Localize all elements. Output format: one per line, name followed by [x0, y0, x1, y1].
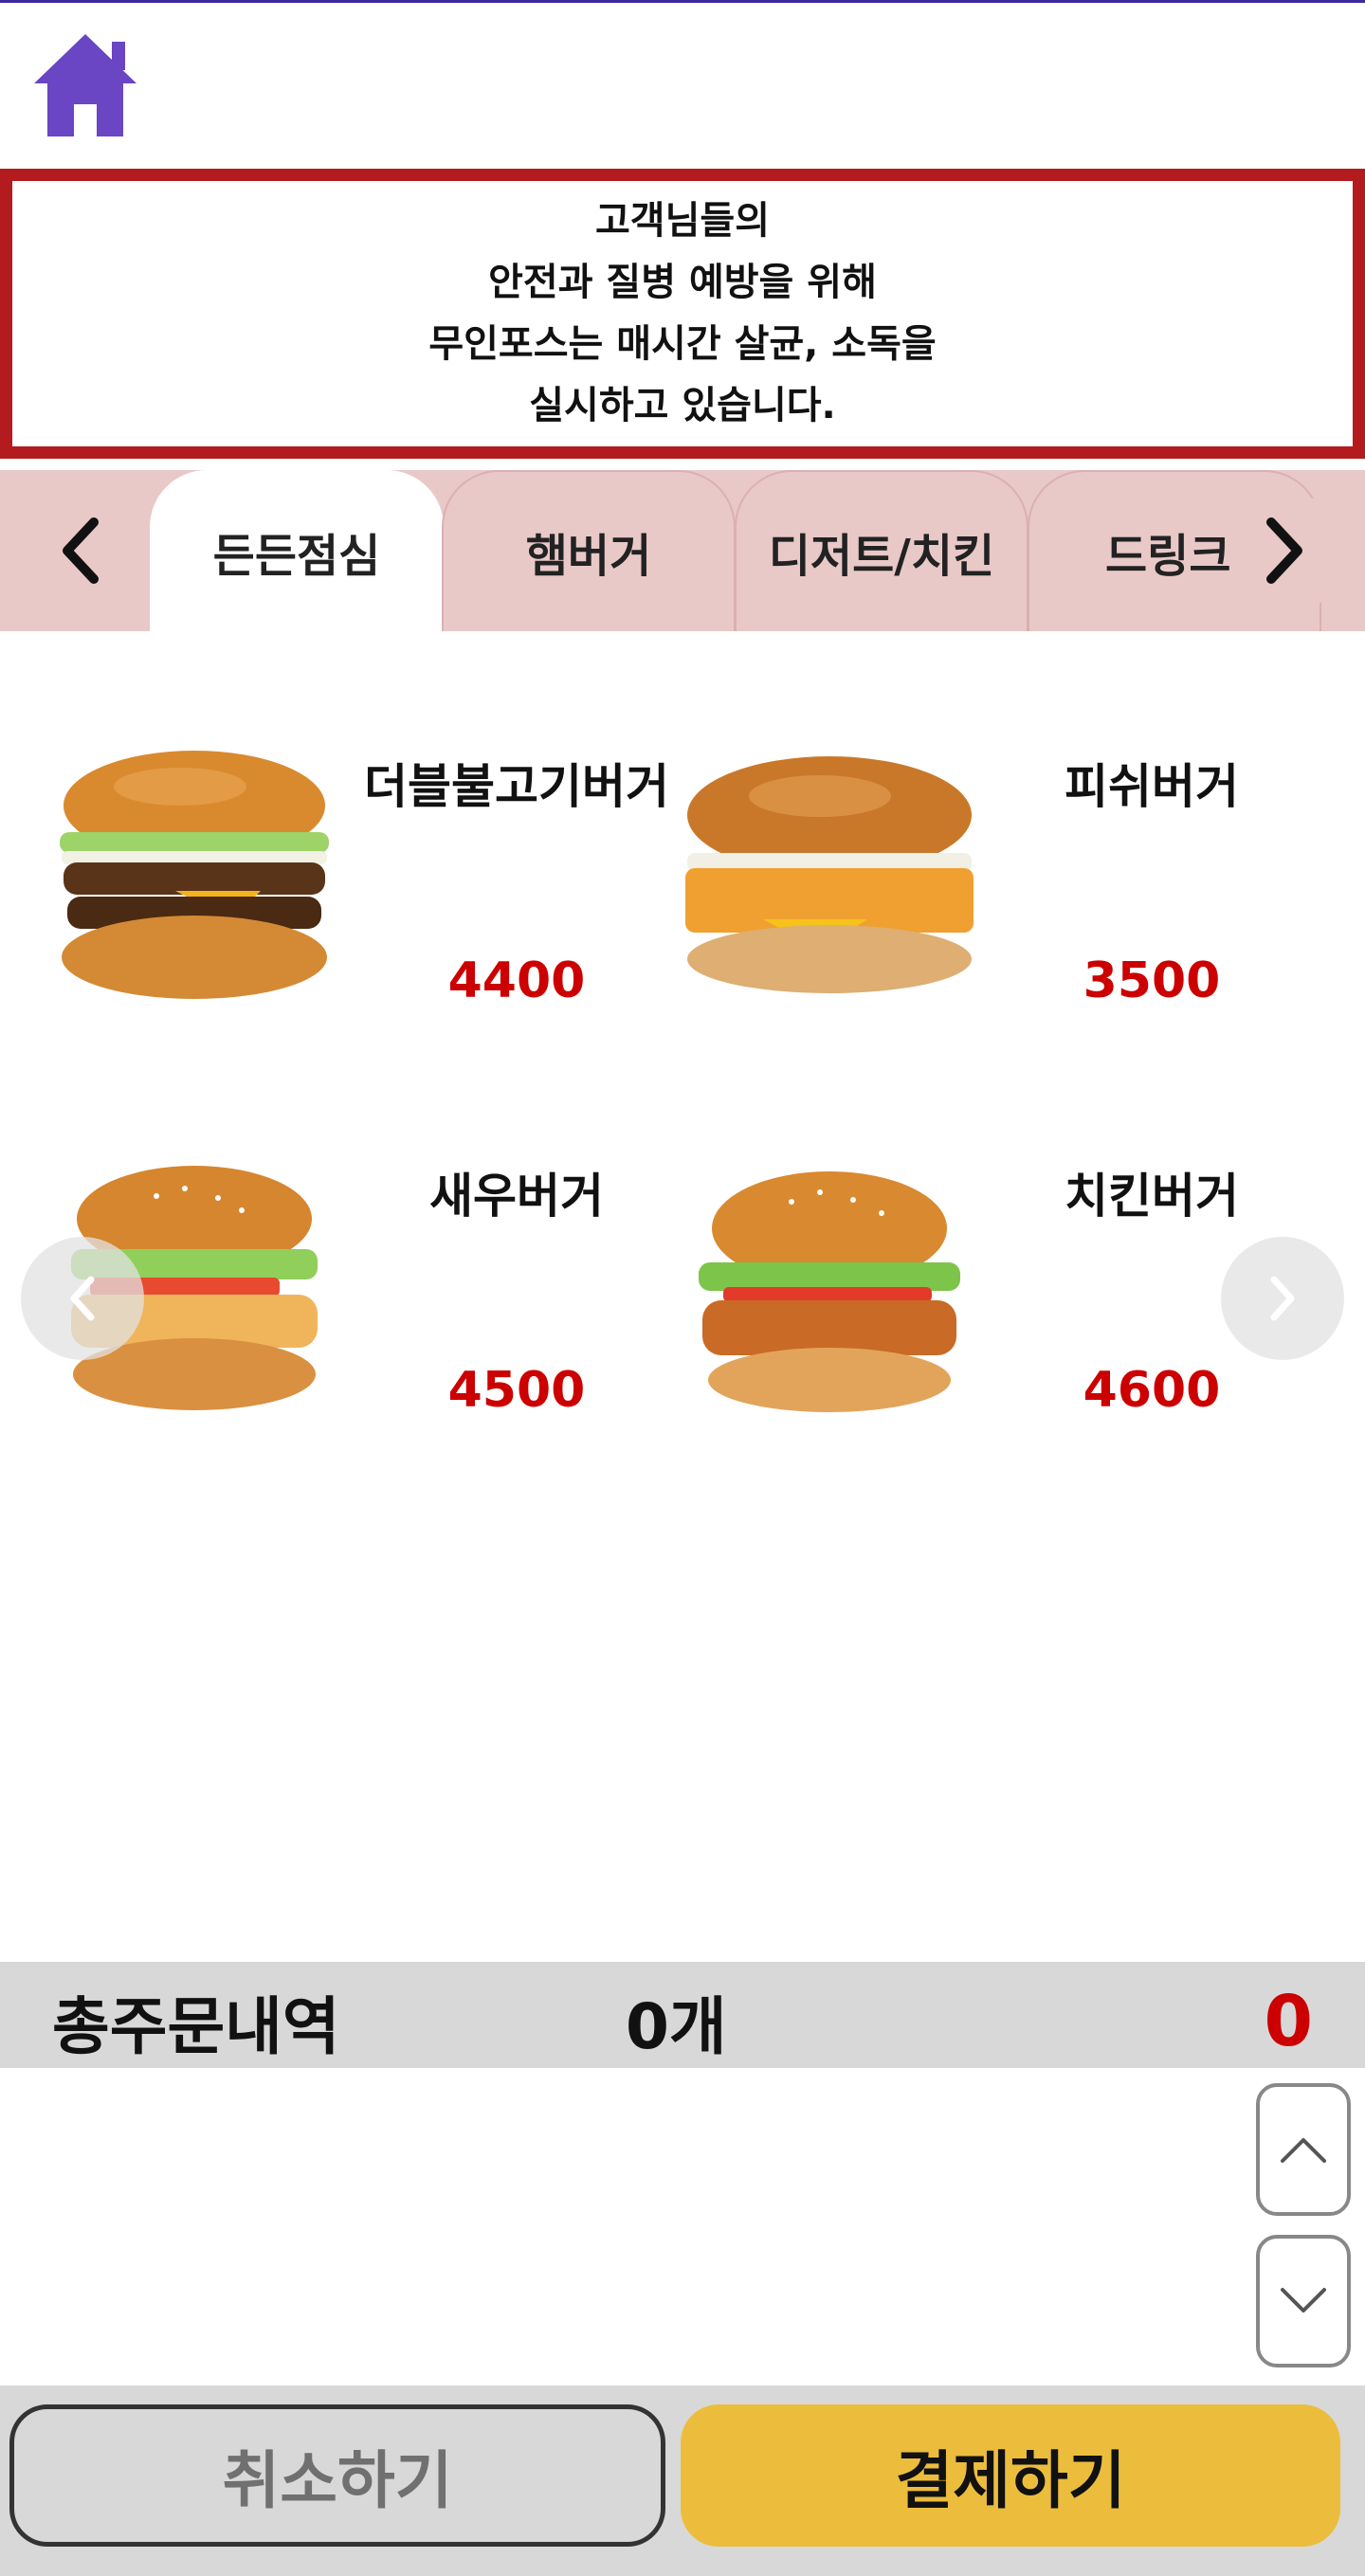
sanitation-notice: 고객님들의 안전과 질병 예방을 위해 무인포스는 매시간 살균, 소독을 실시…: [0, 169, 1365, 459]
chicken-burger-image: [678, 1158, 981, 1424]
product-price: 4400: [447, 952, 586, 1009]
fish-burger-image: [678, 749, 981, 1014]
product-name: 치킨버거: [1065, 1169, 1239, 1224]
bottom-action-bar: 취소하기 결제하기: [0, 2386, 1365, 2576]
product-name: 새우버거: [429, 1169, 604, 1224]
tab-dessert-chicken[interactable]: 디저트/치킨: [735, 470, 1028, 631]
double-bulgogi-burger-image: [43, 749, 346, 1014]
page-next-arrow-icon[interactable]: [1221, 1237, 1344, 1360]
notice-line-4: 실시하고 있습니다.: [529, 384, 836, 427]
scroll-down-button[interactable]: [1256, 2235, 1351, 2367]
product-card[interactable]: 피쉬버거 3500: [678, 749, 1322, 1071]
notice-line-1: 고객님들의: [595, 199, 770, 243]
product-card[interactable]: 더블불고기버거 4400: [43, 749, 687, 1071]
category-tab-bar: 든든점심 햄버거 디저트/치킨 드링크: [0, 470, 1365, 631]
notice-line-3: 무인포스는 매시간 살균, 소독을: [428, 322, 937, 366]
home-icon[interactable]: [28, 28, 142, 142]
tab-next-arrow-icon[interactable]: [1232, 499, 1337, 603]
page-prev-arrow-icon[interactable]: [21, 1237, 144, 1360]
chevron-down-icon: [1281, 2288, 1326, 2313]
tab-burgers[interactable]: 햄버거: [442, 470, 736, 631]
order-item-count: 0개: [626, 1990, 727, 2063]
order-summary-label: 총주문내역: [52, 1990, 340, 2063]
tab-prev-arrow-icon[interactable]: [28, 499, 133, 603]
top-accent-line: [0, 0, 1365, 3]
order-list: [0, 2068, 1365, 2386]
scroll-up-button[interactable]: [1256, 2083, 1351, 2216]
product-price: 4500: [447, 1362, 586, 1419]
notice-line-2: 안전과 질병 예방을 위해: [488, 261, 877, 304]
order-summary-bar: 총주문내역 0개 0: [0, 1962, 1365, 2068]
product-price: 4600: [1083, 1362, 1221, 1419]
product-name: 더블불고기버거: [364, 759, 669, 814]
tab-lunch[interactable]: 든든점심: [150, 470, 444, 631]
pay-button[interactable]: 결제하기: [681, 2404, 1340, 2547]
product-price: 3500: [1083, 952, 1221, 1009]
chevron-up-icon: [1281, 2138, 1326, 2163]
cancel-button[interactable]: 취소하기: [9, 2404, 665, 2547]
order-total-price: 0: [1264, 1981, 1314, 2062]
product-name: 피쉬버거: [1065, 759, 1239, 814]
